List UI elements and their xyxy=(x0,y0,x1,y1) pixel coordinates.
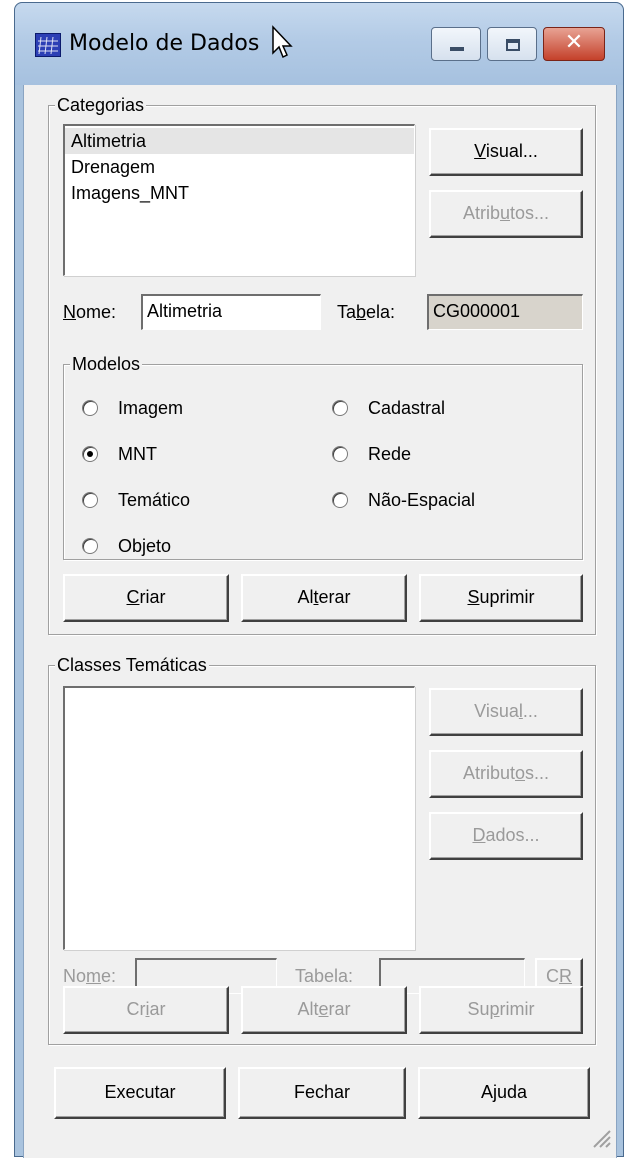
maximize-icon xyxy=(506,39,520,51)
minimize-button[interactable] xyxy=(431,27,481,61)
radio-circle-icon xyxy=(332,492,348,508)
list-item-imagens-mnt[interactable]: Imagens_MNT xyxy=(71,180,189,206)
categorias-listbox[interactable]: Altimetria Drenagem Imagens_MNT xyxy=(63,124,415,276)
radio-imagem[interactable]: Imagem xyxy=(82,395,282,423)
list-item-altimetria[interactable]: Altimetria xyxy=(65,128,414,154)
classes-atributos-button[interactable]: Atributos... xyxy=(429,750,583,798)
criar-button[interactable]: Criar xyxy=(63,574,229,622)
modelo-de-dados-window: Modelo de Dados ✕ Categorias Altimetria … xyxy=(14,2,624,1158)
classes-tematicas-legend: Classes Temáticas xyxy=(55,654,209,676)
radio-tematico[interactable]: Temático xyxy=(82,487,282,515)
classes-dados-button[interactable]: Dados... xyxy=(429,812,583,860)
classes-listbox[interactable] xyxy=(63,686,415,950)
ajuda-button[interactable]: Ajuda xyxy=(418,1067,590,1119)
classes-tematicas-group: Classes Temáticas Visual... Atributos...… xyxy=(48,654,596,1045)
tabela-field[interactable]: CG000001 xyxy=(427,294,583,330)
radio-cadastral[interactable]: Cadastral xyxy=(332,395,552,423)
app-grid-icon xyxy=(35,33,61,57)
radio-circle-icon xyxy=(82,538,98,554)
classes-suprimir-button[interactable]: Suprimir xyxy=(419,986,583,1034)
categorias-legend: Categorias xyxy=(55,94,147,116)
radio-circle-icon xyxy=(82,446,98,462)
categorias-group: Categorias Altimetria Drenagem Imagens_M… xyxy=(48,94,596,635)
radio-circle-icon xyxy=(332,400,348,416)
tabela-label: Tabela: xyxy=(337,302,396,322)
classes-visual-button[interactable]: Visual... xyxy=(429,688,583,736)
classes-tabela-label: Tabela: xyxy=(295,966,354,986)
radio-circle-icon xyxy=(82,400,98,416)
list-item-drenagem[interactable]: Drenagem xyxy=(71,154,155,180)
maximize-button[interactable] xyxy=(487,27,537,61)
window-title: Modelo de Dados xyxy=(69,31,260,56)
modelos-group: Modelos Imagem MNT Temático Objeto Cadas… xyxy=(63,353,583,561)
close-icon: ✕ xyxy=(564,30,584,55)
fechar-button[interactable]: Fechar xyxy=(238,1067,406,1119)
mouse-cursor-icon xyxy=(271,25,295,66)
radio-circle-icon xyxy=(332,446,348,462)
dialog-client-area: Categorias Altimetria Drenagem Imagens_M… xyxy=(23,85,617,1158)
resize-grip-icon[interactable] xyxy=(590,1127,612,1154)
radio-mnt[interactable]: MNT xyxy=(82,441,282,469)
minimize-icon xyxy=(450,47,464,51)
alterar-button[interactable]: Alterar xyxy=(241,574,407,622)
radio-objeto[interactable]: Objeto xyxy=(82,533,282,561)
modelos-legend: Modelos xyxy=(70,353,143,375)
executar-button[interactable]: Executar xyxy=(54,1067,226,1119)
suprimir-button[interactable]: Suprimir xyxy=(419,574,583,622)
categorias-visual-button[interactable]: Visual... xyxy=(429,128,583,176)
close-button[interactable]: ✕ xyxy=(543,27,605,61)
title-bar[interactable]: Modelo de Dados ✕ xyxy=(15,3,623,85)
classes-nome-label: Nome: xyxy=(63,966,117,986)
classes-alterar-button[interactable]: Alterar xyxy=(241,986,407,1034)
nome-label: Nome: xyxy=(63,302,117,322)
radio-circle-icon xyxy=(82,492,98,508)
nome-field[interactable]: Altimetria xyxy=(141,294,321,330)
categorias-atributos-button[interactable]: Atributos... xyxy=(429,190,583,238)
classes-criar-button[interactable]: Criar xyxy=(63,986,229,1034)
radio-nao-espacial[interactable]: Não-Espacial xyxy=(332,487,552,515)
radio-rede[interactable]: Rede xyxy=(332,441,552,469)
